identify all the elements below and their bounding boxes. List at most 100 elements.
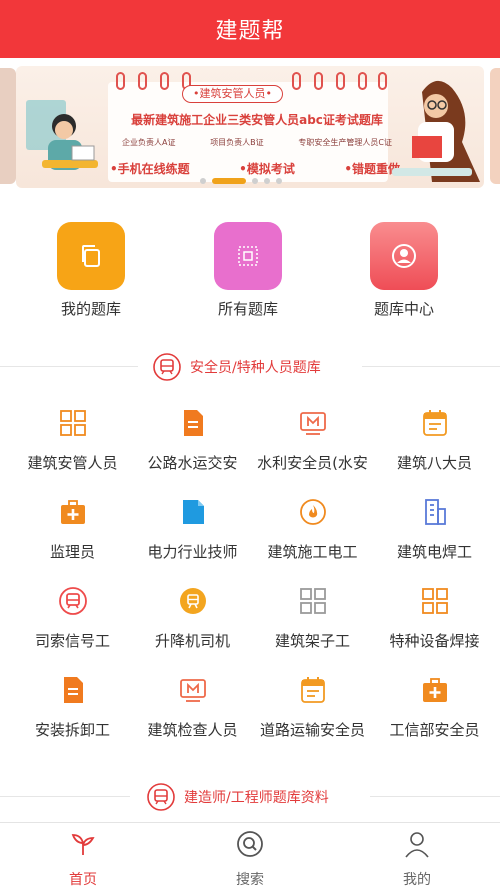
bank-center-button[interactable]: 题库中心: [344, 222, 464, 319]
category-label: 监理员: [49, 543, 95, 561]
grid-icon: [59, 410, 86, 436]
copy-icon: [82, 245, 100, 267]
banner-feature: •手机在线练题: [110, 162, 190, 176]
sprout-icon: [71, 834, 95, 855]
category-item[interactable]: 建筑安管人员: [10, 408, 135, 492]
train-icon: [58, 587, 87, 615]
banner-subtitle: 专职安全生产管理人员C证: [298, 138, 392, 147]
category-label: 建筑检查人员: [147, 721, 238, 739]
section-title: 安全员/特种人员题库: [190, 360, 321, 376]
banner-feature: •模拟考试: [239, 162, 295, 176]
medkit-icon: [422, 678, 447, 702]
category-label: 建筑施工电工: [267, 543, 358, 561]
section-title-group: 安全员/特种人员题库: [152, 352, 321, 382]
frame-icon: [238, 246, 258, 266]
user-icon: [405, 832, 429, 858]
bank-center-label: 题库中心: [373, 300, 434, 318]
my-bank-label: 我的题库: [60, 300, 121, 318]
category-item[interactable]: 司索信号工: [10, 586, 135, 670]
carousel-dot[interactable]: [200, 178, 206, 184]
category-label: 建筑架子工: [274, 632, 350, 650]
category-item[interactable]: 升降机司机: [130, 586, 255, 670]
grid-icon: [299, 588, 326, 614]
section-title: 建造师/工程师题库资料: [184, 790, 329, 806]
category-label: 建筑电焊工: [396, 543, 472, 561]
category-label: 建筑八大员: [396, 454, 472, 472]
monitor-icon: [179, 679, 206, 702]
divider: [0, 796, 130, 797]
page-title: 建题帮: [215, 19, 285, 44]
student-illustration: [26, 100, 98, 170]
category-item[interactable]: 建筑检查人员: [130, 675, 255, 759]
quick-icon-bg: [57, 222, 125, 290]
category-item[interactable]: 公路水运交安: [130, 408, 255, 492]
banner-subtitle: 项目负责人B证: [210, 138, 264, 147]
category-item[interactable]: 道路运输安全员: [250, 675, 375, 759]
tab-home[interactable]: 首页: [0, 829, 166, 888]
my-bank-button[interactable]: 我的题库: [31, 222, 151, 319]
category-label: 特种设备焊接: [389, 632, 480, 650]
category-item[interactable]: 建筑电焊工: [372, 497, 497, 581]
building-icon: [424, 499, 446, 525]
document-icon: [63, 677, 83, 703]
banner-features: •手机在线练题 •模拟考试 •错题重做: [110, 160, 400, 177]
tab-profile-label: 我的: [403, 872, 431, 888]
category-label: 水利安全员(水安: [257, 454, 368, 472]
section-header-engineer: 建造师/工程师题库资料: [0, 782, 500, 812]
carousel-dot[interactable]: [212, 178, 246, 184]
all-banks-button[interactable]: 所有题库: [188, 222, 308, 319]
bottom-tab-bar: 首页 搜索 我的: [0, 822, 500, 888]
category-label: 工信部安全员: [389, 721, 480, 739]
category-item[interactable]: 水利安全员(水安: [250, 408, 375, 492]
category-label: 司索信号工: [34, 632, 110, 650]
category-label: 公路水运交安: [147, 454, 238, 472]
category-item[interactable]: 监理员: [10, 497, 135, 581]
file-icon: [182, 500, 204, 524]
category-item[interactable]: 安装拆卸工: [10, 675, 135, 759]
calendar-icon: [300, 677, 325, 703]
category-item[interactable]: 工信部安全员: [372, 675, 497, 759]
carousel-dot[interactable]: [252, 178, 258, 184]
user-circle-icon: [392, 244, 416, 268]
monitor-icon: [299, 412, 326, 435]
tab-home-label: 首页: [69, 872, 97, 888]
banner-headline: 最新建筑施工企业三类安管人员abc证考试题库: [131, 113, 383, 127]
grid-icon: [421, 588, 448, 614]
fire-icon: [299, 499, 326, 525]
banner-tag: •建筑安管人员•: [182, 85, 283, 103]
category-item[interactable]: 建筑八大员: [372, 408, 497, 492]
banner-subtitle: 企业负责人A证: [122, 138, 176, 147]
category-label: 建筑安管人员: [27, 454, 118, 472]
tab-search-label: 搜索: [236, 872, 264, 888]
coin-icon: [179, 588, 206, 614]
banner-prev-peek[interactable]: [0, 68, 16, 184]
section-header-safety: 安全员/特种人员题库: [0, 352, 500, 382]
carousel-dot[interactable]: [276, 178, 282, 184]
tab-search[interactable]: 搜索: [167, 829, 333, 888]
banner-carousel[interactable]: •建筑安管人员• 最新建筑施工企业三类安管人员abc证考试题库 企业负责人A证 …: [0, 58, 500, 200]
divider: [370, 796, 500, 797]
search-icon: [237, 831, 263, 857]
banner-next-peek[interactable]: [490, 68, 500, 184]
calendar-icon: [422, 410, 447, 436]
carousel-dot[interactable]: [264, 178, 270, 184]
train-icon: [147, 783, 175, 811]
tab-profile[interactable]: 我的: [334, 829, 500, 888]
category-label: 道路运输安全员: [259, 721, 365, 739]
category-item[interactable]: 特种设备焊接: [372, 586, 497, 670]
category-item[interactable]: 建筑架子工: [250, 586, 375, 670]
woman-reading-illustration: [392, 80, 480, 182]
banner-slide[interactable]: •建筑安管人员• 最新建筑施工企业三类安管人员abc证考试题库 企业负责人A证 …: [16, 66, 484, 188]
all-banks-label: 所有题库: [217, 300, 278, 318]
quick-actions: 我的题库 所有题库 题库中心: [0, 222, 500, 322]
category-item[interactable]: 建筑施工电工: [250, 497, 375, 581]
banner-subtitles: 企业负责人A证 项目负责人B证 专职安全生产管理人员C证: [122, 137, 392, 148]
category-label: 升降机司机: [154, 632, 230, 650]
category-item[interactable]: 电力行业技师: [130, 497, 255, 581]
quick-icon-bg: [370, 222, 438, 290]
divider: [0, 366, 138, 367]
train-icon: [153, 353, 181, 381]
divider: [362, 366, 500, 367]
category-label: 安装拆卸工: [34, 721, 110, 739]
section-title-group: 建造师/工程师题库资料: [146, 782, 329, 812]
